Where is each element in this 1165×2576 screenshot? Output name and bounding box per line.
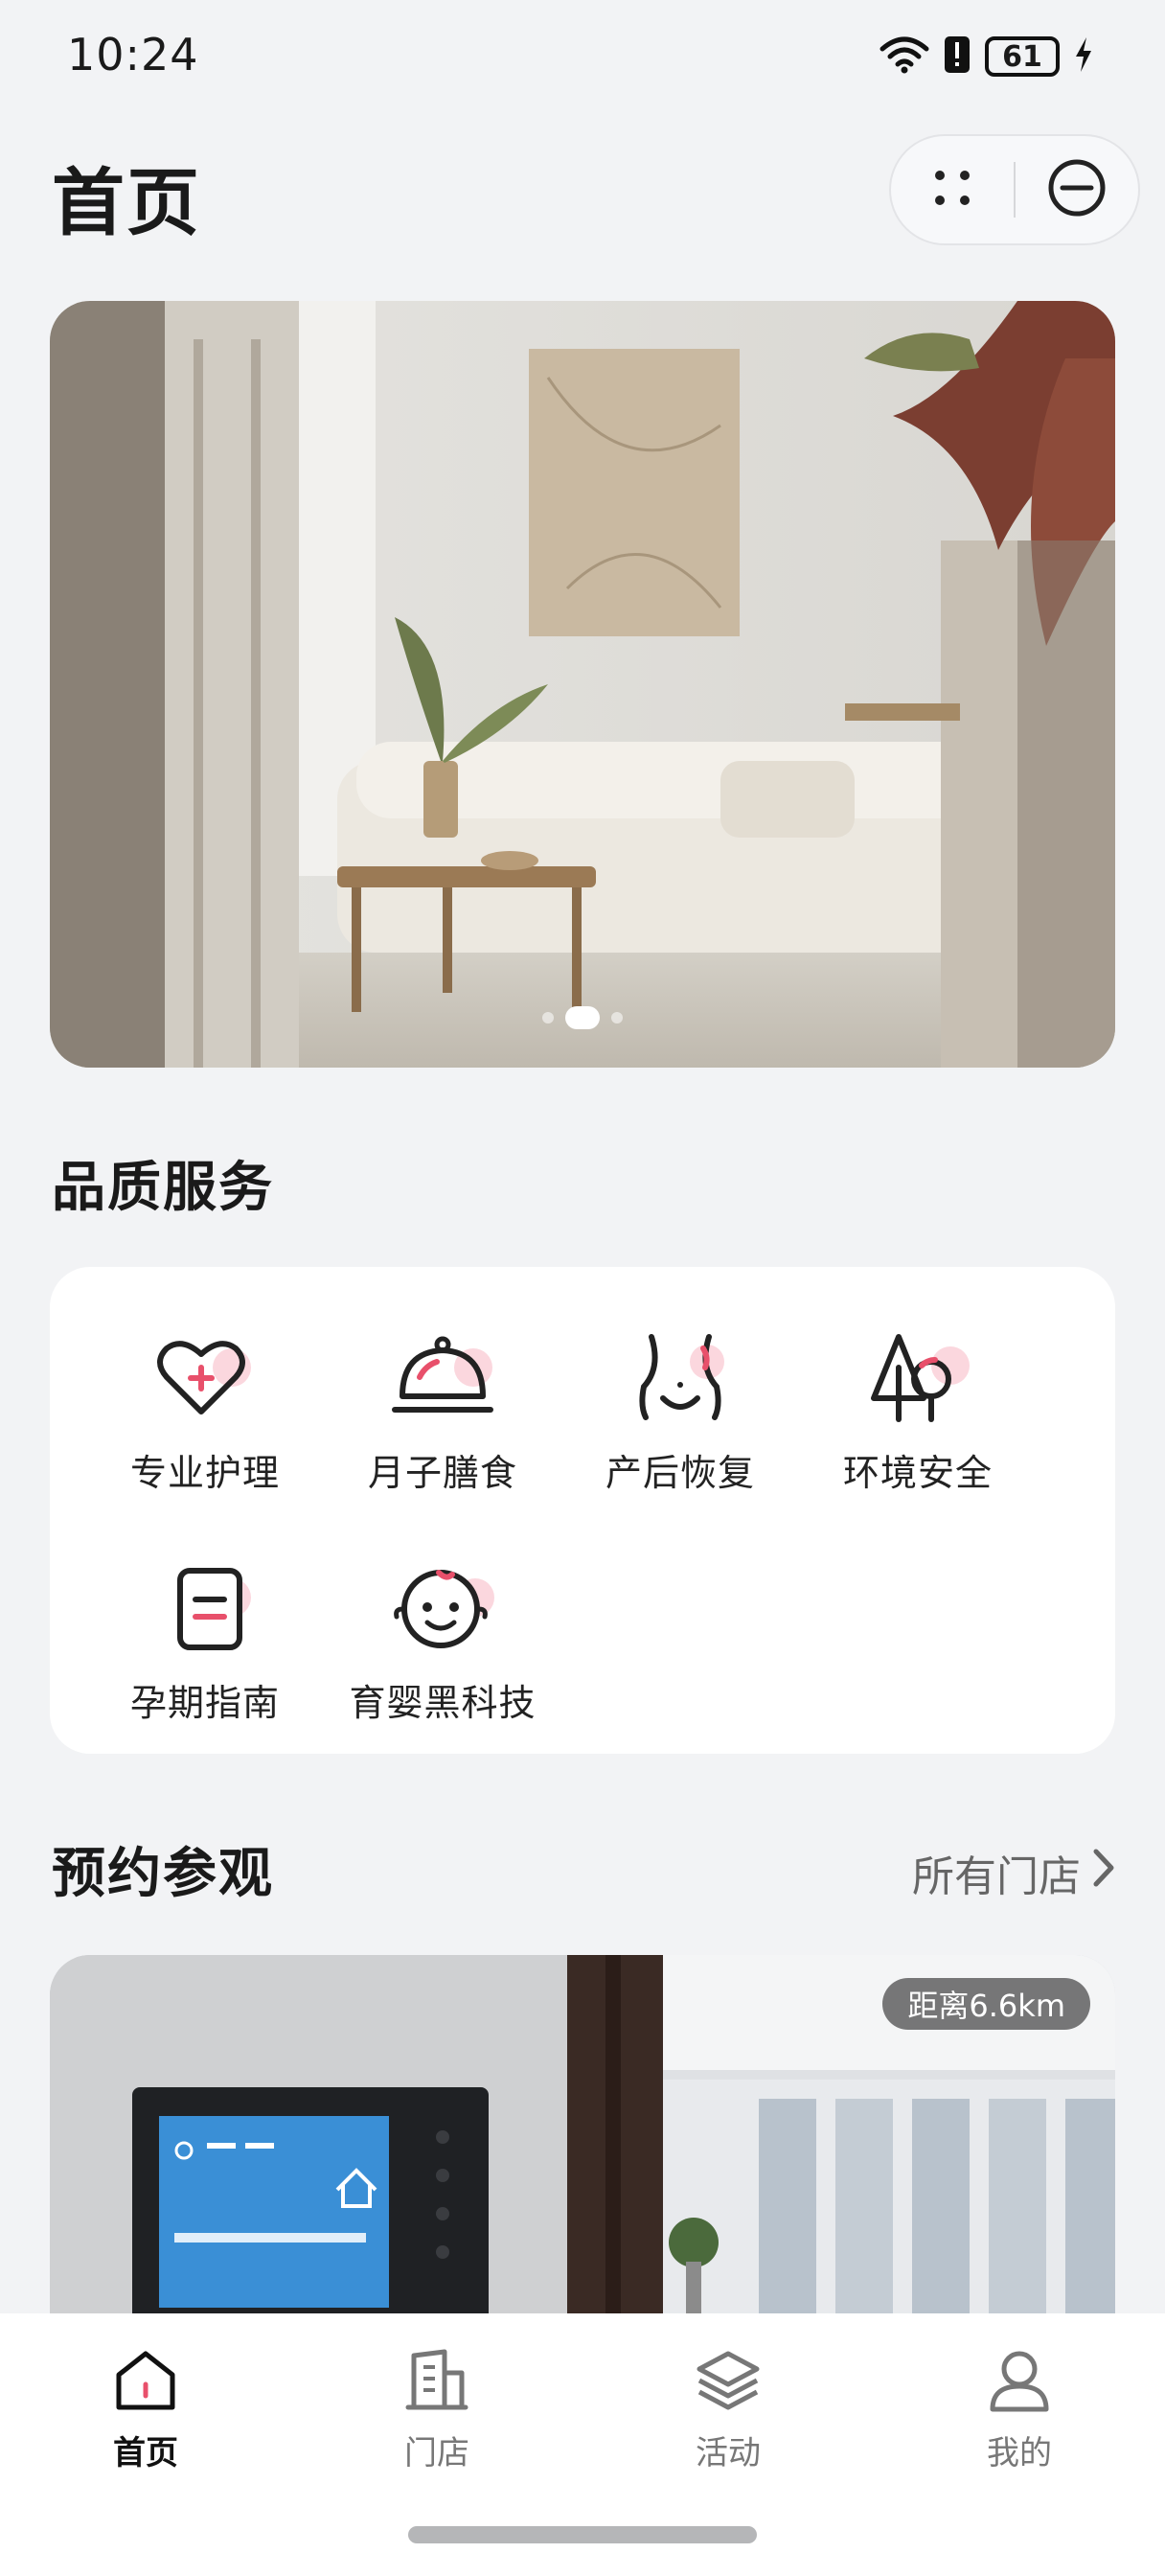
service-label: 月子膳食: [367, 1452, 517, 1494]
more-dots-icon: [929, 165, 975, 215]
heart-plus-icon: [148, 1324, 263, 1430]
page-title: 首页: [52, 160, 201, 245]
layers-icon: [694, 2346, 763, 2419]
booking-title: 预约参观: [52, 1843, 274, 1905]
close-circle-icon: [1047, 158, 1107, 221]
close-button[interactable]: [1016, 134, 1138, 245]
distance-badge: 距离6.6km: [882, 1978, 1090, 2030]
user-icon: [985, 2346, 1054, 2419]
service-label: 产后恢复: [605, 1452, 755, 1494]
service-label: 孕期指南: [129, 1682, 280, 1724]
alert-icon: [943, 34, 971, 79]
store-card[interactable]: 距离6.6km: [50, 1955, 1115, 2358]
service-label: 环境安全: [842, 1452, 993, 1494]
living-room-photo: [50, 301, 1115, 1068]
home-indicator[interactable]: [408, 2526, 757, 2543]
tab-stores[interactable]: 门店: [341, 2346, 533, 2473]
carousel-dots: [50, 1006, 1115, 1029]
document-icon: [148, 1554, 263, 1660]
service-item-care[interactable]: 专业护理: [86, 1324, 324, 1516]
chevron-right-icon: [1090, 1846, 1117, 1900]
services-card: 专业护理 月子膳食 产后恢复 环境安全 孕期指南 育婴黑科技: [50, 1267, 1115, 1754]
status-time: 10:24: [67, 29, 199, 80]
service-item-baby-tech[interactable]: 育婴黑科技: [324, 1554, 561, 1746]
carousel-dot-active[interactable]: [565, 1006, 600, 1029]
banner-carousel[interactable]: [50, 301, 1115, 1068]
home-icon: [111, 2346, 180, 2419]
status-icons: 61: [879, 34, 1094, 79]
service-label: 专业护理: [129, 1452, 280, 1494]
tab-home[interactable]: 首页: [50, 2346, 241, 2473]
trees-icon: [860, 1324, 975, 1430]
tab-label: 首页: [113, 2434, 178, 2472]
service-item-meals[interactable]: 月子膳食: [324, 1324, 561, 1516]
tab-activities[interactable]: 活动: [632, 2346, 824, 2473]
services-title: 品质服务: [52, 1157, 274, 1219]
service-item-recovery[interactable]: 产后恢复: [561, 1324, 799, 1516]
status-bar: 10:24 61: [0, 0, 1165, 113]
carousel-dot[interactable]: [611, 1012, 623, 1024]
tab-label: 活动: [696, 2434, 761, 2472]
all-stores-link[interactable]: 所有门店: [912, 1842, 1117, 1903]
screen: 10:24 61 首页 品质服务 专业护理 月子膳食 产后恢复 环境安全 孕期指…: [0, 0, 1165, 2576]
service-item-environment[interactable]: 环境安全: [799, 1324, 1037, 1516]
battery-icon: 61: [985, 36, 1060, 77]
wifi-icon: [879, 35, 929, 78]
charging-icon: [1073, 35, 1094, 78]
tab-label: 我的: [987, 2434, 1052, 2472]
baby-face-icon: [385, 1554, 500, 1660]
cloche-icon: [385, 1324, 500, 1430]
service-item-pregnancy-guide[interactable]: 孕期指南: [86, 1554, 324, 1746]
tab-profile[interactable]: 我的: [924, 2346, 1115, 2473]
more-button[interactable]: [891, 134, 1014, 245]
body-icon: [623, 1324, 738, 1430]
service-label: 育婴黑科技: [349, 1682, 537, 1724]
building-icon: [402, 2346, 471, 2419]
tab-label: 门店: [404, 2434, 469, 2472]
all-stores-label: 所有门店: [912, 1852, 1081, 1901]
carousel-dot[interactable]: [542, 1012, 554, 1024]
mini-program-capsule: [889, 134, 1140, 245]
